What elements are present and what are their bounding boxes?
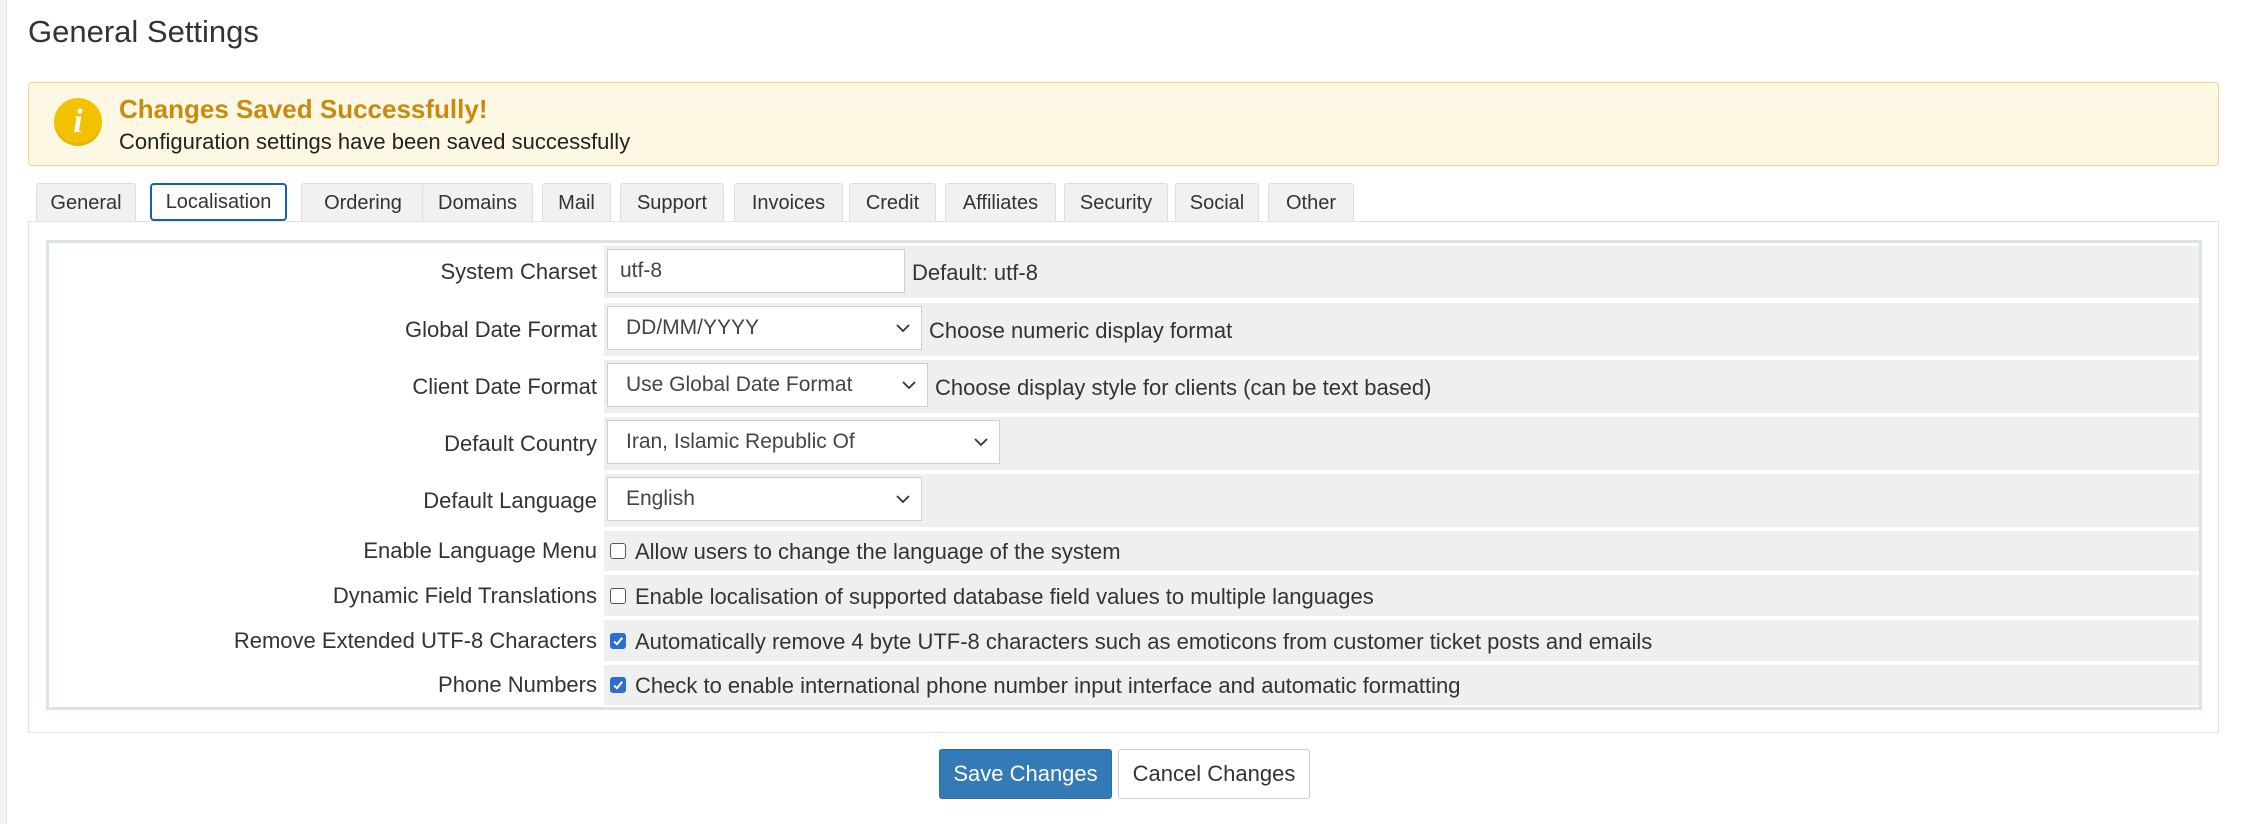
system-charset-label: System Charset [440, 259, 598, 284]
page-title: General Settings [28, 14, 259, 49]
row-system-charset: System Charset utf-8 Default: utf-8 [49, 246, 2199, 298]
chevron-down-icon [896, 495, 910, 504]
client-date-format-label: Client Date Format [412, 374, 597, 399]
default-country-select[interactable]: Iran, Islamic Republic Of [607, 420, 1000, 464]
row-dynamic-field-translations: Dynamic Field Translations Enable locali… [49, 575, 2199, 616]
cancel-changes-button[interactable]: Cancel Changes [1118, 749, 1310, 799]
alert-text: Configuration settings have been saved s… [119, 129, 631, 154]
enable-language-menu-label: Enable Language Menu [363, 538, 597, 563]
settings-tabs: General Localisation Ordering Domains Ma… [36, 183, 2226, 221]
enable-language-menu-checkbox[interactable] [610, 543, 626, 559]
row-client-date-format: Client Date Format Use Global Date Forma… [49, 360, 2199, 413]
tab-security[interactable]: Security [1064, 183, 1168, 221]
alert-title: Changes Saved Successfully! [119, 94, 488, 124]
default-language-label: Default Language [423, 488, 597, 513]
system-charset-hint: Default: utf-8 [912, 260, 1038, 285]
tab-general[interactable]: General [36, 183, 136, 221]
phone-numbers-label: Phone Numbers [438, 672, 597, 697]
client-date-format-hint: Choose display style for clients (can be… [935, 375, 1432, 400]
default-country-label: Default Country [444, 431, 597, 456]
save-changes-button[interactable]: Save Changes [939, 749, 1112, 799]
chevron-down-icon [896, 324, 910, 333]
tab-credit[interactable]: Credit [849, 183, 936, 221]
client-date-format-value: Use Global Date Format [626, 373, 853, 396]
tab-social[interactable]: Social [1175, 183, 1259, 221]
row-global-date-format: Global Date Format DD/MM/YYYY Choose num… [49, 303, 2199, 356]
tab-support[interactable]: Support [620, 183, 724, 221]
row-remove-extended-utf8: Remove Extended UTF-8 Characters Automat… [49, 620, 2199, 661]
remove-extended-utf8-checkbox[interactable] [610, 633, 626, 649]
tab-domains[interactable]: Domains [422, 183, 533, 221]
dynamic-field-translations-checkbox[interactable] [610, 588, 626, 604]
global-date-format-label: Global Date Format [405, 317, 597, 342]
row-phone-numbers: Phone Numbers Check to enable internatio… [49, 665, 2199, 705]
system-charset-input[interactable]: utf-8 [607, 249, 905, 293]
checkmark-icon [613, 637, 623, 646]
tab-affiliates[interactable]: Affiliates [945, 183, 1056, 221]
global-date-format-select[interactable]: DD/MM/YYYY [607, 306, 922, 350]
default-country-value: Iran, Islamic Republic Of [626, 430, 855, 453]
client-date-format-select[interactable]: Use Global Date Format [607, 363, 928, 407]
phone-numbers-checkbox[interactable] [610, 677, 626, 693]
row-enable-language-menu: Enable Language Menu Allow users to chan… [49, 531, 2199, 571]
global-date-format-hint: Choose numeric display format [929, 318, 1233, 343]
phone-numbers-text: Check to enable international phone numb… [635, 673, 1461, 698]
tab-mail[interactable]: Mail [542, 183, 611, 221]
tab-invoices[interactable]: Invoices [734, 183, 843, 221]
default-language-value: English [626, 487, 695, 510]
dynamic-field-translations-text: Enable localisation of supported databas… [635, 584, 1374, 609]
checkmark-icon [613, 681, 623, 690]
global-date-format-value: DD/MM/YYYY [626, 316, 760, 339]
tab-other[interactable]: Other [1268, 183, 1354, 221]
chevron-down-icon [902, 381, 916, 390]
chevron-down-icon [974, 438, 988, 447]
default-language-select[interactable]: English [607, 477, 922, 521]
tab-localisation[interactable]: Localisation [150, 183, 287, 221]
info-icon: i [54, 98, 102, 146]
remove-extended-utf8-text: Automatically remove 4 byte UTF-8 charac… [635, 629, 1653, 654]
success-alert: i Changes Saved Successfully! Configurat… [28, 82, 2219, 166]
row-default-country: Default Country Iran, Islamic Republic O… [49, 417, 2199, 470]
tab-ordering[interactable]: Ordering [301, 183, 425, 221]
settings-form: System Charset utf-8 Default: utf-8 Glob… [46, 240, 2202, 710]
row-default-language: Default Language English [49, 474, 2199, 527]
remove-extended-utf8-label: Remove Extended UTF-8 Characters [233, 628, 597, 653]
enable-language-menu-text: Allow users to change the language of th… [635, 539, 1121, 564]
dynamic-field-translations-label: Dynamic Field Translations [332, 583, 597, 608]
left-gutter [0, 0, 7, 824]
